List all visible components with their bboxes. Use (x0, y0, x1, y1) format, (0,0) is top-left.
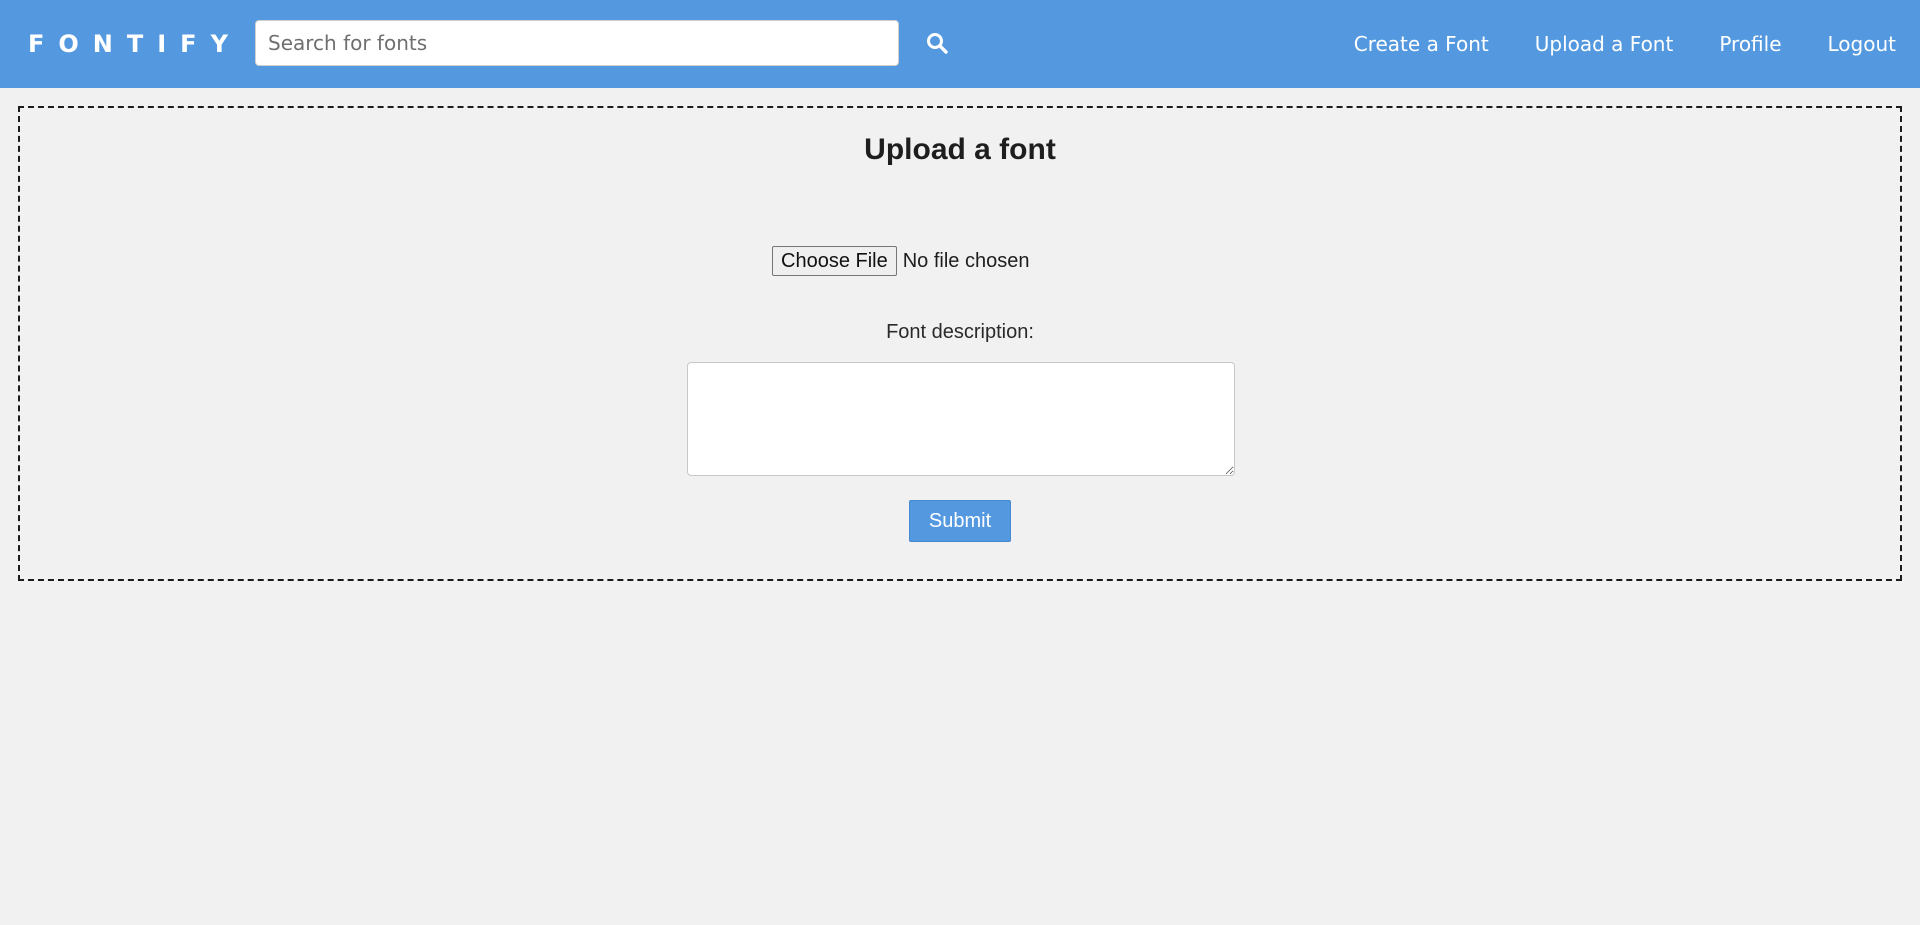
page-title: Upload a font (864, 133, 1056, 166)
font-description-textarea[interactable] (687, 362, 1235, 476)
font-description-label: Font description: (886, 321, 1034, 343)
upload-form-panel: Upload a font Choose File No file chosen… (18, 106, 1902, 581)
nav-links: Create a Font Upload a Font Profile Logo… (1354, 0, 1920, 88)
fontify-logo[interactable]: FONTIFY (28, 28, 242, 60)
nav-upload-font-link[interactable]: Upload a Font (1535, 32, 1674, 56)
file-status-text: No file chosen (902, 249, 1030, 272)
nav-logout-link[interactable]: Logout (1828, 32, 1896, 56)
search-button[interactable] (920, 26, 954, 60)
nav-create-font-link[interactable]: Create a Font (1354, 32, 1489, 56)
choose-file-button[interactable]: Choose File (772, 246, 897, 276)
nav-profile-link[interactable]: Profile (1719, 32, 1781, 56)
file-input: Choose File No file chosen (772, 246, 1029, 276)
search-input[interactable] (255, 20, 899, 66)
submit-button[interactable]: Submit (909, 500, 1011, 542)
search-icon (927, 33, 948, 54)
top-navbar: FONTIFY Create a Font Upload a Font Prof… (0, 0, 1920, 88)
